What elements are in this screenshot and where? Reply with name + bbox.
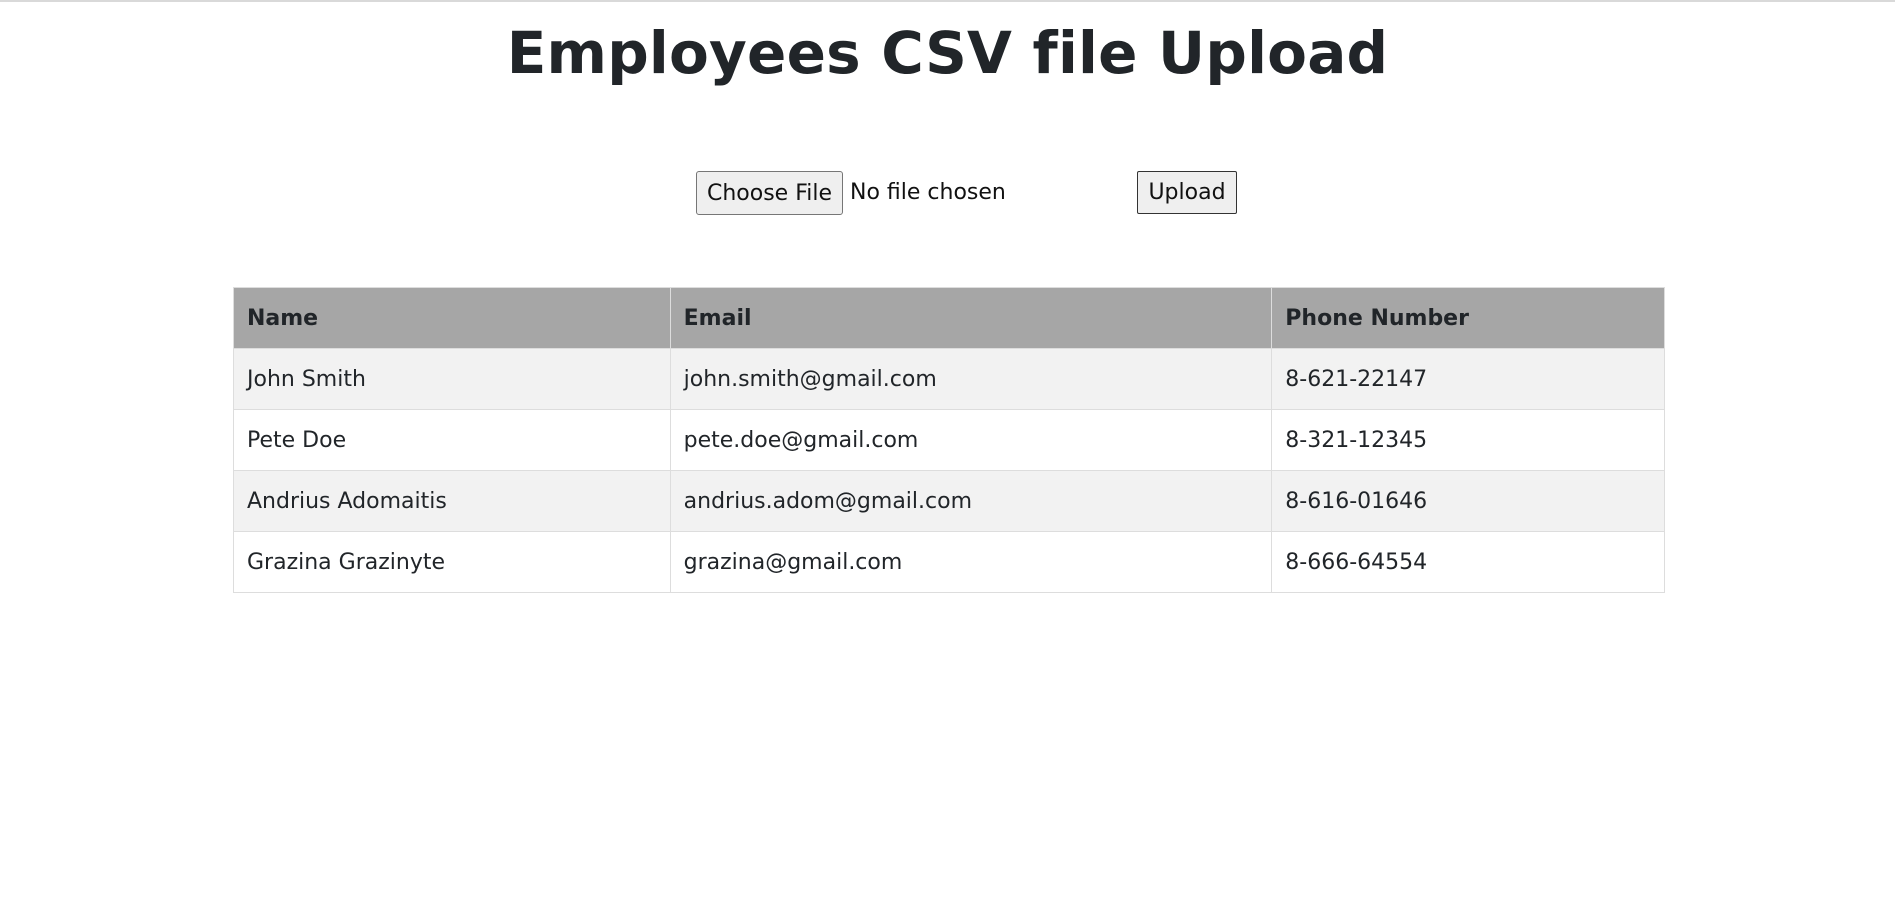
column-header-email: Email: [669, 287, 1273, 349]
cell-name: Grazina Grazinyte: [233, 531, 671, 593]
employees-table: Name Email Phone Number John Smith john.…: [233, 287, 1665, 593]
table-row: Pete Doe pete.doe@gmail.com 8-321-12345: [233, 409, 1665, 471]
upload-form: Choose File No file chosen Upload: [696, 171, 1237, 215]
table-header: Name Email Phone Number: [233, 287, 1665, 349]
cell-name: Pete Doe: [233, 409, 671, 471]
cell-phone: 8-616-01646: [1271, 470, 1665, 532]
cell-phone: 8-621-22147: [1271, 348, 1665, 410]
page-title: Employees CSV file Upload: [506, 19, 1389, 87]
cell-email: john.smith@gmail.com: [669, 348, 1273, 410]
column-header-phone: Phone Number: [1271, 287, 1665, 349]
table-header-row: Name Email Phone Number: [233, 287, 1665, 349]
table-body: John Smith john.smith@gmail.com 8-621-22…: [233, 348, 1665, 593]
cell-phone: 8-666-64554: [1271, 531, 1665, 593]
cell-email: andrius.adom@gmail.com: [669, 470, 1273, 532]
page: Employees CSV file Upload Choose File No…: [0, 0, 1895, 904]
table-row: Grazina Grazinyte grazina@gmail.com 8-66…: [233, 531, 1665, 593]
cell-name: Andrius Adomaitis: [233, 470, 671, 532]
top-divider: [0, 0, 1895, 2]
table-row: Andrius Adomaitis andrius.adom@gmail.com…: [233, 470, 1665, 532]
file-status-text: No file chosen: [850, 180, 1006, 205]
table-row: John Smith john.smith@gmail.com 8-621-22…: [233, 348, 1665, 410]
cell-phone: 8-321-12345: [1271, 409, 1665, 471]
cell-email: grazina@gmail.com: [669, 531, 1273, 593]
upload-button[interactable]: Upload: [1137, 171, 1237, 214]
choose-file-button[interactable]: Choose File: [696, 171, 843, 215]
column-header-name: Name: [233, 287, 671, 349]
cell-email: pete.doe@gmail.com: [669, 409, 1273, 471]
cell-name: John Smith: [233, 348, 671, 410]
